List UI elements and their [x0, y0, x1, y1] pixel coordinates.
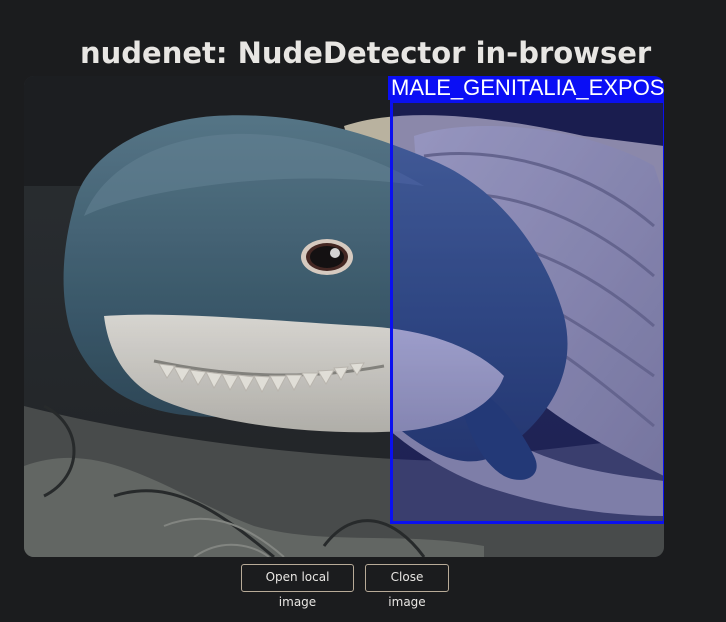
- result-image: MALE_GENITALIA_EXPOSED: [24, 76, 664, 557]
- close-image-button[interactable]: Close image: [365, 564, 449, 609]
- page-title: nudenet: NudeDetector in-browser: [80, 36, 652, 70]
- controls: Open local image Close image: [241, 564, 449, 609]
- open-local-image-button[interactable]: Open local image: [241, 564, 354, 609]
- detection-box: [390, 100, 664, 524]
- detection-label: MALE_GENITALIA_EXPOSED: [388, 76, 664, 100]
